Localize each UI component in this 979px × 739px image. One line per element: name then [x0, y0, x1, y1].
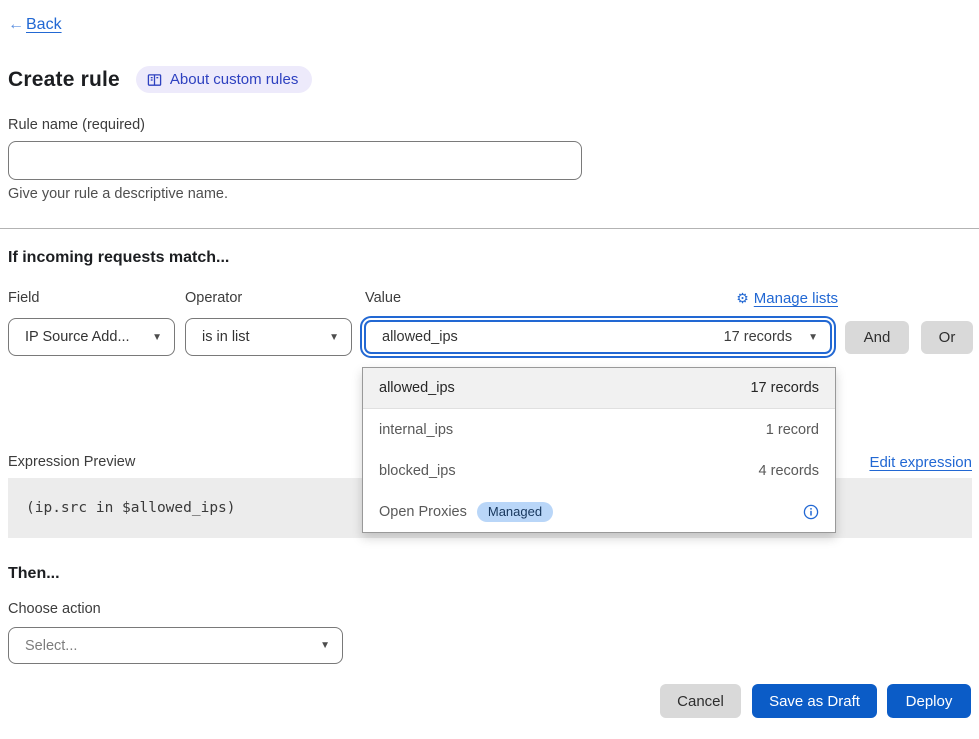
list-record-count: 17 records [750, 380, 819, 396]
edit-expression-link[interactable]: Edit expression [869, 454, 972, 471]
title-row: Create rule About custom rules [8, 66, 312, 93]
info-icon[interactable] [803, 504, 819, 520]
list-name: blocked_ips [379, 463, 456, 479]
chevron-down-icon: ▼ [320, 640, 330, 651]
choose-action-label: Choose action [8, 601, 101, 617]
about-custom-rules-label: About custom rules [170, 71, 298, 88]
value-label: Value [365, 290, 401, 306]
dropdown-item-allowed-ips[interactable]: allowed_ips 17 records [363, 368, 835, 409]
match-section-heading: If incoming requests match... [8, 249, 229, 267]
then-section-heading: Then... [8, 565, 60, 583]
field-select-value: IP Source Add... [25, 329, 130, 345]
chevron-down-icon: ▼ [329, 332, 339, 343]
back-arrow-icon: ← [8, 16, 24, 33]
back-link[interactable]: ←Back [8, 16, 62, 34]
dropdown-item-internal-ips[interactable]: internal_ips 1 record [363, 409, 835, 450]
field-select[interactable]: IP Source Add... ▼ [8, 318, 175, 356]
list-name: Open Proxies [379, 504, 467, 520]
dropdown-item-blocked-ips[interactable]: blocked_ips 4 records [363, 450, 835, 491]
gear-icon: ⚙ [736, 290, 749, 307]
list-record-count: 1 record [766, 422, 819, 438]
expression-preview-label: Expression Preview [8, 454, 135, 470]
value-select-value: allowed_ips [382, 329, 458, 345]
expression-code: (ip.src in $allowed_ips) [26, 500, 236, 516]
or-button[interactable]: Or [921, 321, 973, 354]
value-dropdown-menu: allowed_ips 17 records internal_ips 1 re… [362, 367, 836, 533]
manage-lists-link[interactable]: ⚙ Manage lists [736, 290, 838, 307]
action-select[interactable]: Select... ▼ [8, 627, 343, 664]
list-name: allowed_ips [379, 380, 455, 396]
dropdown-item-open-proxies[interactable]: Open Proxies Managed [363, 491, 835, 532]
deploy-button[interactable]: Deploy [887, 684, 971, 718]
chevron-down-icon: ▼ [152, 332, 162, 343]
section-divider [0, 228, 979, 229]
list-record-count: 4 records [759, 463, 819, 479]
rule-name-helper: Give your rule a descriptive name. [8, 186, 228, 202]
field-label: Field [8, 290, 39, 306]
create-rule-page: ←Back Create rule About custom rules Rul… [0, 0, 979, 739]
cancel-button[interactable]: Cancel [660, 684, 741, 718]
operator-select-value: is in list [202, 329, 250, 345]
operator-label: Operator [185, 290, 242, 306]
about-custom-rules-link[interactable]: About custom rules [136, 66, 312, 93]
book-icon [147, 73, 162, 87]
operator-select[interactable]: is in list ▼ [185, 318, 352, 356]
rule-name-label: Rule name (required) [8, 117, 145, 133]
action-select-placeholder: Select... [25, 638, 77, 654]
save-as-draft-button[interactable]: Save as Draft [752, 684, 877, 718]
rule-name-input[interactable] [8, 141, 582, 180]
manage-lists-label: Manage lists [754, 290, 838, 307]
value-select[interactable]: allowed_ips 17 records ▼ [364, 320, 832, 354]
value-select-records: 17 records [724, 329, 799, 345]
chevron-down-icon: ▼ [808, 332, 818, 343]
managed-badge: Managed [477, 502, 553, 522]
and-button[interactable]: And [845, 321, 909, 354]
page-title: Create rule [8, 68, 120, 92]
list-name: internal_ips [379, 422, 453, 438]
back-label: Back [26, 16, 62, 33]
